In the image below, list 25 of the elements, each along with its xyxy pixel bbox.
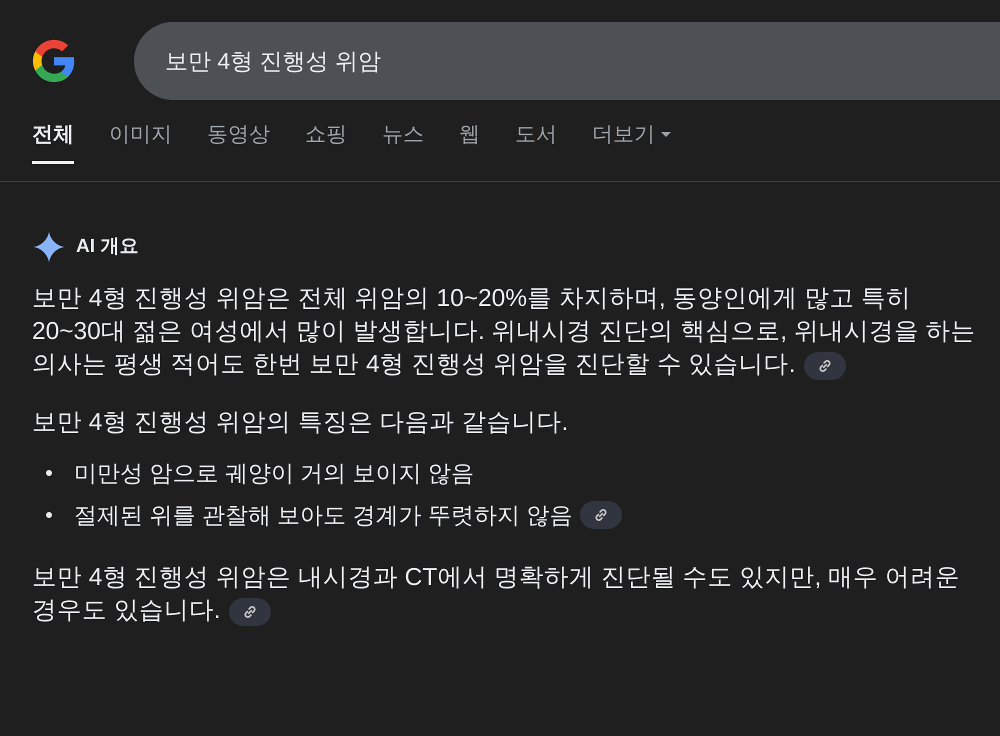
overview-paragraph: 보만 4형 진행성 위암의 특징은 다음과 같습니다. xyxy=(32,409,568,436)
link-icon xyxy=(818,358,832,373)
tab[interactable]: 이미지 xyxy=(109,118,172,164)
link-icon xyxy=(242,604,257,619)
overview-paragraph: 보만 4형 진행성 위암은 내시경과 CT에서 명확하게 진단될 수도 있지만, 매우 어려운 경우도 있습니다. xyxy=(32,564,960,624)
tab[interactable]: 동영상 xyxy=(207,118,270,164)
search-field[interactable]: 보만 4형 진행성 위암 xyxy=(134,22,1000,100)
bullet-icon xyxy=(46,512,52,518)
link-chip[interactable] xyxy=(228,598,271,626)
tab[interactable]: 더보기 xyxy=(592,118,671,164)
ai-overview-title: AI 개요 xyxy=(76,234,138,259)
tab[interactable]: 전체 xyxy=(32,118,74,164)
link-icon xyxy=(594,508,608,522)
bullet-icon xyxy=(46,470,52,476)
list-item-text: 미만성 암으로 궤양이 거의 보이지 않음 xyxy=(74,458,474,488)
link-chip[interactable] xyxy=(580,501,622,529)
google-logo-icon[interactable] xyxy=(31,38,77,84)
overview-paragraph: 보만 4형 진행성 위암은 전체 위암의 10~20%를 차지하며, 동양인에게 많고 특히 20~30대 젊은 여성에서 많이 발생합니다. 위내시경 진단의 핵심으로, 위내시경을 하는 의사는 평생 적어도 한번 보만 4형 진행성 위암을 진단할 수 있습니다. xyxy=(32,285,976,378)
tab[interactable]: 뉴스 xyxy=(382,118,424,164)
tab[interactable]: 쇼핑 xyxy=(305,118,347,164)
list-item-text: 절제된 위를 관찰해 보아도 경계가 뚜렷하지 않음 xyxy=(74,500,572,530)
link-chip[interactable] xyxy=(804,352,846,380)
tab[interactable]: 도서 xyxy=(515,118,557,164)
tab[interactable]: 웹 xyxy=(459,118,480,164)
sparkle-icon xyxy=(32,230,66,264)
